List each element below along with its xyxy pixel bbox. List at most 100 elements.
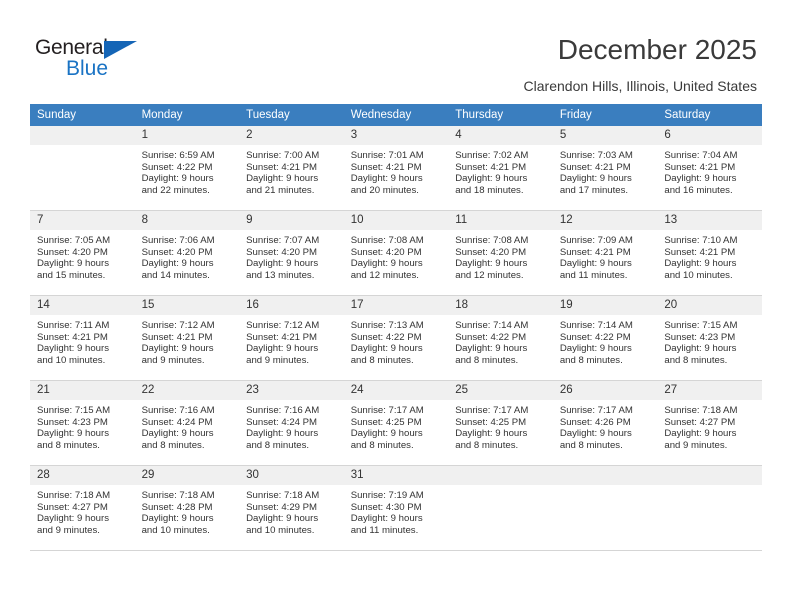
day-number: 23 bbox=[239, 381, 344, 400]
calendar-day-cell[interactable]: 7 Sunrise: 7:05 AM Sunset: 4:20 PM Daylight… bbox=[30, 210, 135, 296]
calendar-day-cell[interactable]: 14 Sunrise: 7:11 AM Sunset: 4:21 PM Dayligh… bbox=[30, 295, 135, 381]
day-number: 27 bbox=[657, 381, 762, 400]
calendar-day-cell[interactable]: 25 Sunrise: 7:17 AM Sunset: 4:25 PM Dayligh… bbox=[448, 380, 553, 466]
day-sun-info: Sunrise: 7:14 AM Sunset: 4:22 PM Daylight:… bbox=[448, 315, 553, 366]
day-sun-info: Sunrise: 7:09 AM Sunset: 4:21 PM Daylight:… bbox=[553, 230, 658, 281]
calendar-day-cell[interactable]: 13 Sunrise: 7:10 AM Sunset: 4:21 PM Dayligh… bbox=[657, 210, 762, 296]
sunset-text: Sunset: 4:30 PM bbox=[350, 501, 422, 513]
day-sun-info: Sunrise: 7:02 AM Sunset: 4:21 PM Daylight:… bbox=[448, 145, 553, 196]
sunrise-sunset-calendar: Sunday Monday Tuesday Wednesday Thursday… bbox=[30, 104, 762, 551]
sunrise-text: Sunrise: 7:13 AM bbox=[350, 320, 424, 331]
calendar-day-cell[interactable]: 30 Sunrise: 7:18 AM Sunset: 4:29 PM Dayligh… bbox=[239, 465, 344, 551]
daylight-text: Daylight: 9 hours bbox=[141, 173, 214, 185]
weekday-header-wednesday: Wednesday bbox=[343, 104, 449, 126]
day-number: 6 bbox=[657, 126, 762, 145]
calendar-day-cell[interactable]: 31 Sunrise: 7:19 AM Sunset: 4:30 PM Dayligh… bbox=[343, 465, 449, 551]
day-sun-info: Sunrise: 7:03 AM Sunset: 4:21 PM Daylight:… bbox=[553, 145, 658, 196]
daylight-text: Daylight: 9 hours bbox=[455, 428, 528, 440]
calendar-day-cell[interactable]: 12 Sunrise: 7:09 AM Sunset: 4:21 PM Dayligh… bbox=[552, 210, 658, 296]
sunrise-text: Sunrise: 7:06 AM bbox=[141, 235, 215, 246]
daylight-text: Daylight: 9 hours bbox=[246, 173, 319, 185]
daylight-text: Daylight: 9 hours bbox=[664, 258, 737, 270]
sunrise-text: Sunrise: 7:15 AM bbox=[37, 405, 111, 416]
calendar-day-cell[interactable]: 22 Sunrise: 7:16 AM Sunset: 4:24 PM Dayligh… bbox=[134, 380, 240, 466]
calendar-day-cell[interactable]: 17 Sunrise: 7:13 AM Sunset: 4:22 PM Dayligh… bbox=[343, 295, 449, 381]
calendar-day-cell[interactable]: 29 Sunrise: 7:18 AM Sunset: 4:28 PM Dayligh… bbox=[134, 465, 240, 551]
daylight-text: Daylight: 9 hours bbox=[559, 258, 632, 270]
calendar-day-cell[interactable]: 23 Sunrise: 7:16 AM Sunset: 4:24 PM Dayligh… bbox=[239, 380, 344, 466]
day-sun-info: Sunrise: 7:01 AM Sunset: 4:21 PM Daylight:… bbox=[344, 145, 449, 196]
daylight-minutes-text: and 10 minutes. bbox=[141, 524, 210, 536]
calendar-page: General Blue December 2025 Clarendon Hil… bbox=[0, 0, 792, 612]
daylight-text: Daylight: 9 hours bbox=[37, 258, 109, 270]
sunset-text: Sunset: 4:20 PM bbox=[246, 246, 318, 258]
calendar-day-cell[interactable]: 16 Sunrise: 7:12 AM Sunset: 4:21 PM Dayligh… bbox=[239, 295, 344, 381]
calendar-day-cell[interactable]: 2 Sunrise: 7:00 AM Sunset: 4:21 PM Daylight… bbox=[239, 126, 344, 211]
daylight-text: Daylight: 9 hours bbox=[37, 428, 109, 440]
daylight-text: Daylight: 9 hours bbox=[246, 513, 319, 525]
calendar-empty-cell bbox=[657, 465, 762, 551]
sunrise-text: Sunrise: 7:14 AM bbox=[559, 320, 633, 331]
day-sun-info: Sunrise: 7:18 AM Sunset: 4:28 PM Daylight:… bbox=[135, 485, 240, 536]
weekday-header-row: Sunday Monday Tuesday Wednesday Thursday… bbox=[30, 104, 762, 126]
calendar-day-cell[interactable]: 24 Sunrise: 7:17 AM Sunset: 4:25 PM Dayligh… bbox=[343, 380, 449, 466]
sunrise-text: Sunrise: 7:16 AM bbox=[141, 405, 215, 416]
day-sun-info: Sunrise: 7:00 AM Sunset: 4:21 PM Daylight:… bbox=[239, 145, 344, 196]
sunset-text: Sunset: 4:20 PM bbox=[37, 246, 108, 258]
daylight-text: Daylight: 9 hours bbox=[664, 428, 737, 440]
weekday-header-sunday: Sunday bbox=[30, 104, 135, 126]
day-sun-info bbox=[553, 485, 658, 490]
daylight-minutes-text: and 8 minutes. bbox=[455, 439, 519, 451]
daylight-minutes-text: and 11 minutes. bbox=[350, 524, 419, 536]
calendar-day-cell[interactable]: 28 Sunrise: 7:18 AM Sunset: 4:27 PM Dayligh… bbox=[30, 465, 135, 551]
generalblue-logo[interactable]: General Blue bbox=[35, 36, 155, 84]
calendar-day-cell[interactable]: 8 Sunrise: 7:06 AM Sunset: 4:20 PM Daylight… bbox=[134, 210, 240, 296]
calendar-day-cell[interactable]: 21 Sunrise: 7:15 AM Sunset: 4:23 PM Dayligh… bbox=[30, 380, 135, 466]
daylight-text: Daylight: 9 hours bbox=[455, 173, 528, 185]
calendar-day-cell[interactable]: 3 Sunrise: 7:01 AM Sunset: 4:21 PM Daylight… bbox=[343, 126, 449, 211]
day-number: 3 bbox=[343, 126, 449, 145]
daylight-minutes-text: and 10 minutes. bbox=[664, 269, 733, 281]
calendar-day-cell[interactable]: 26 Sunrise: 7:17 AM Sunset: 4:26 PM Dayligh… bbox=[552, 380, 658, 466]
weekday-header-thursday: Thursday bbox=[448, 104, 553, 126]
calendar-day-cell[interactable]: 5 Sunrise: 7:03 AM Sunset: 4:21 PM Daylight… bbox=[552, 126, 658, 211]
sunrise-text: Sunrise: 7:03 AM bbox=[559, 150, 633, 161]
sunset-text: Sunset: 4:20 PM bbox=[455, 246, 527, 258]
calendar-day-cell[interactable]: 15 Sunrise: 7:12 AM Sunset: 4:21 PM Dayligh… bbox=[134, 295, 240, 381]
sunset-text: Sunset: 4:21 PM bbox=[559, 246, 631, 258]
sunrise-text: Sunrise: 7:10 AM bbox=[664, 235, 738, 246]
page-header: General Blue December 2025 Clarendon Hil… bbox=[0, 0, 792, 100]
daylight-text: Daylight: 9 hours bbox=[141, 343, 214, 355]
calendar-day-cell[interactable]: 20 Sunrise: 7:15 AM Sunset: 4:23 PM Dayligh… bbox=[657, 295, 762, 381]
calendar-day-cell[interactable]: 6 Sunrise: 7:04 AM Sunset: 4:21 PM Daylight… bbox=[657, 126, 762, 211]
sunrise-text: Sunrise: 7:18 AM bbox=[246, 490, 320, 501]
calendar-day-cell[interactable]: 9 Sunrise: 7:07 AM Sunset: 4:20 PM Daylight… bbox=[239, 210, 344, 296]
daylight-text: Daylight: 9 hours bbox=[246, 428, 319, 440]
daylight-minutes-text: and 15 minutes. bbox=[37, 269, 106, 281]
sunrise-text: Sunrise: 7:11 AM bbox=[37, 320, 110, 331]
day-sun-info: Sunrise: 7:12 AM Sunset: 4:21 PM Daylight:… bbox=[239, 315, 344, 366]
calendar-day-cell[interactable]: 11 Sunrise: 7:08 AM Sunset: 4:20 PM Dayligh… bbox=[448, 210, 553, 296]
daylight-minutes-text: and 18 minutes. bbox=[455, 184, 524, 196]
calendar-day-cell[interactable]: 1 Sunrise: 6:59 AM Sunset: 4:22 PM Daylight… bbox=[134, 126, 240, 211]
day-number: 22 bbox=[134, 381, 240, 400]
day-sun-info: Sunrise: 7:17 AM Sunset: 4:25 PM Daylight:… bbox=[344, 400, 449, 451]
sunset-text: Sunset: 4:21 PM bbox=[141, 331, 213, 343]
calendar-day-cell[interactable]: 18 Sunrise: 7:14 AM Sunset: 4:22 PM Dayligh… bbox=[448, 295, 553, 381]
sunset-text: Sunset: 4:21 PM bbox=[246, 161, 318, 173]
daylight-minutes-text: and 16 minutes. bbox=[664, 184, 733, 196]
calendar-day-cell[interactable]: 4 Sunrise: 7:02 AM Sunset: 4:21 PM Daylight… bbox=[448, 126, 553, 211]
day-sun-info: Sunrise: 7:10 AM Sunset: 4:21 PM Daylight:… bbox=[657, 230, 762, 281]
calendar-day-cell[interactable]: 27 Sunrise: 7:18 AM Sunset: 4:27 PM Dayligh… bbox=[657, 380, 762, 466]
calendar-day-cell[interactable]: 19 Sunrise: 7:14 AM Sunset: 4:22 PM Dayligh… bbox=[552, 295, 658, 381]
calendar-week-row: 21 Sunrise: 7:15 AM Sunset: 4:23 PM Dayligh… bbox=[30, 380, 762, 466]
sunrise-text: Sunrise: 7:02 AM bbox=[455, 150, 529, 161]
day-number: 24 bbox=[343, 381, 449, 400]
day-sun-info: Sunrise: 7:06 AM Sunset: 4:20 PM Daylight:… bbox=[135, 230, 240, 281]
sunrise-text: Sunrise: 7:04 AM bbox=[664, 150, 738, 161]
daylight-text: Daylight: 9 hours bbox=[455, 343, 528, 355]
sunset-text: Sunset: 4:24 PM bbox=[141, 416, 213, 428]
sunset-text: Sunset: 4:20 PM bbox=[350, 246, 422, 258]
day-number: 29 bbox=[134, 466, 240, 485]
calendar-day-cell[interactable]: 10 Sunrise: 7:08 AM Sunset: 4:20 PM Dayligh… bbox=[343, 210, 449, 296]
